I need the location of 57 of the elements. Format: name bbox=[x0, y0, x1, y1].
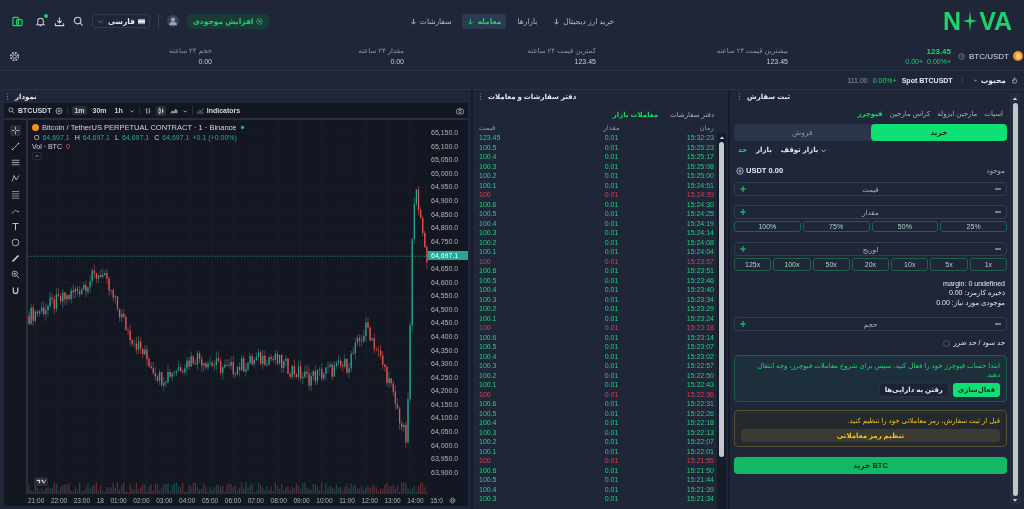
trend-line-icon[interactable] bbox=[9, 141, 21, 152]
drag-handle-icon[interactable] bbox=[6, 93, 9, 100]
scrollbar[interactable] bbox=[717, 133, 726, 509]
decrease-button[interactable] bbox=[994, 320, 1002, 328]
bell-icon[interactable] bbox=[35, 15, 46, 27]
wallet-icon[interactable] bbox=[12, 15, 23, 27]
chevron-up-icon bbox=[34, 153, 40, 159]
arrow-down-icon bbox=[409, 17, 417, 25]
chevron-down-icon bbox=[820, 146, 828, 154]
chevron-down-icon bbox=[97, 17, 104, 25]
fib-icon[interactable] bbox=[9, 189, 21, 200]
settings-icon[interactable] bbox=[449, 496, 456, 504]
decrease-button[interactable] bbox=[994, 185, 1002, 193]
scrollbar[interactable] bbox=[1010, 94, 1020, 505]
bitcoin-icon bbox=[1013, 51, 1023, 61]
last-price: 123.45 bbox=[926, 47, 951, 56]
zoom-icon[interactable] bbox=[9, 269, 21, 280]
drag-handle-icon[interactable] bbox=[738, 93, 741, 100]
collapse-button[interactable] bbox=[32, 152, 42, 160]
increase-button[interactable] bbox=[739, 208, 747, 216]
increase-button[interactable] bbox=[739, 245, 747, 253]
status-dot-icon bbox=[239, 125, 245, 130]
notification-badge bbox=[44, 13, 48, 18]
pattern-icon[interactable] bbox=[9, 173, 21, 184]
increase-button[interactable] bbox=[739, 320, 747, 328]
add-symbol-icon[interactable] bbox=[55, 106, 64, 115]
pair-name: BTC/USDT bbox=[969, 51, 1009, 61]
scroll-down-icon[interactable] bbox=[1012, 498, 1018, 503]
flag-icon bbox=[138, 17, 145, 25]
search-icon[interactable] bbox=[73, 15, 84, 27]
decrease-button[interactable] bbox=[994, 245, 1002, 253]
avatar-icon[interactable] bbox=[167, 15, 179, 27]
crosshair-icon[interactable] bbox=[9, 125, 21, 136]
arrow-down-icon bbox=[553, 17, 561, 25]
indicators-icon bbox=[196, 107, 204, 114]
camera-icon[interactable] bbox=[456, 106, 464, 115]
drag-handle-icon[interactable] bbox=[479, 93, 482, 100]
decrease-button[interactable] bbox=[994, 208, 1002, 216]
download-icon[interactable] bbox=[54, 15, 65, 27]
arrow-down-icon bbox=[467, 17, 475, 25]
search-icon bbox=[8, 107, 15, 114]
increase-button[interactable] bbox=[739, 185, 747, 193]
settings-icon[interactable] bbox=[9, 50, 20, 62]
clock-icon[interactable] bbox=[958, 52, 965, 60]
ruler-icon[interactable] bbox=[9, 253, 21, 264]
bars-icon[interactable] bbox=[143, 106, 152, 115]
bitcoin-icon bbox=[32, 124, 39, 131]
logo-text: N bbox=[943, 8, 962, 34]
logo-text: VA bbox=[979, 8, 1012, 34]
logo-icon bbox=[34, 477, 48, 486]
add-funds-icon[interactable] bbox=[736, 166, 744, 175]
plus-circle-icon bbox=[256, 17, 264, 25]
candles-icon[interactable] bbox=[156, 106, 165, 115]
area-chart-icon[interactable] bbox=[169, 106, 178, 115]
lines-icon[interactable] bbox=[9, 157, 21, 168]
scroll-up-icon[interactable] bbox=[718, 135, 725, 140]
scroll-up-icon[interactable] bbox=[1012, 96, 1018, 101]
